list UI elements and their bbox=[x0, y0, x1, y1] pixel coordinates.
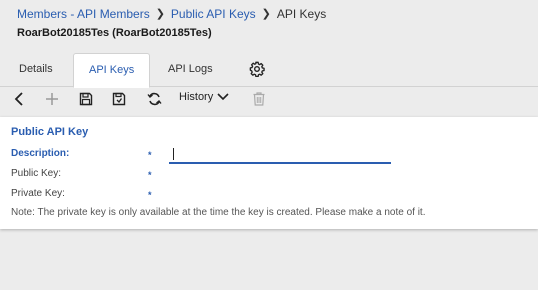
required-marker: * bbox=[148, 170, 152, 180]
tab-api-logs[interactable]: API Logs bbox=[168, 53, 213, 86]
refresh-icon[interactable] bbox=[145, 89, 163, 109]
chevron-left-icon[interactable] bbox=[11, 89, 27, 109]
history-dropdown[interactable]: History bbox=[179, 91, 229, 103]
breadcrumb-members-api-members[interactable]: Members - API Members bbox=[17, 7, 150, 21]
breadcrumb-separator-icon: ❯ bbox=[261, 8, 271, 20]
tab-api-keys[interactable]: API Keys bbox=[73, 53, 151, 88]
breadcrumb-public-api-keys[interactable]: Public API Keys bbox=[171, 7, 256, 21]
chevron-down-icon bbox=[217, 93, 229, 101]
public-key-label: Public Key: bbox=[11, 168, 62, 179]
plus-icon[interactable] bbox=[44, 89, 60, 109]
breadcrumb: Members - API Members ❯ Public API Keys ❯ AP… bbox=[17, 7, 326, 21]
breadcrumb-separator-icon: ❯ bbox=[155, 8, 165, 20]
toolbar: History bbox=[0, 87, 538, 111]
required-marker: * bbox=[148, 190, 152, 200]
form-title: Public API Key bbox=[11, 126, 89, 138]
trash-icon[interactable] bbox=[251, 89, 267, 109]
description-input[interactable] bbox=[169, 146, 391, 164]
tab-bar: Details API Keys API Logs bbox=[0, 52, 538, 88]
tab-details[interactable]: Details bbox=[19, 53, 53, 86]
save-close-icon[interactable] bbox=[111, 89, 127, 109]
private-key-label: Private Key: bbox=[11, 188, 65, 199]
record-title: RoarBot20185Tes (RoarBot20185Tes) bbox=[17, 27, 212, 39]
breadcrumb-api-keys: API Keys bbox=[276, 7, 327, 21]
gear-icon[interactable] bbox=[249, 61, 265, 82]
private-key-note: Note: The private key is only available … bbox=[11, 207, 426, 218]
history-label: History bbox=[179, 91, 214, 103]
save-icon[interactable] bbox=[78, 89, 94, 109]
text-cursor bbox=[173, 148, 174, 160]
required-marker: * bbox=[148, 150, 152, 160]
api-key-form-panel: Public API Key Description: * Public Key… bbox=[0, 117, 538, 229]
description-label: Description: bbox=[11, 148, 70, 159]
